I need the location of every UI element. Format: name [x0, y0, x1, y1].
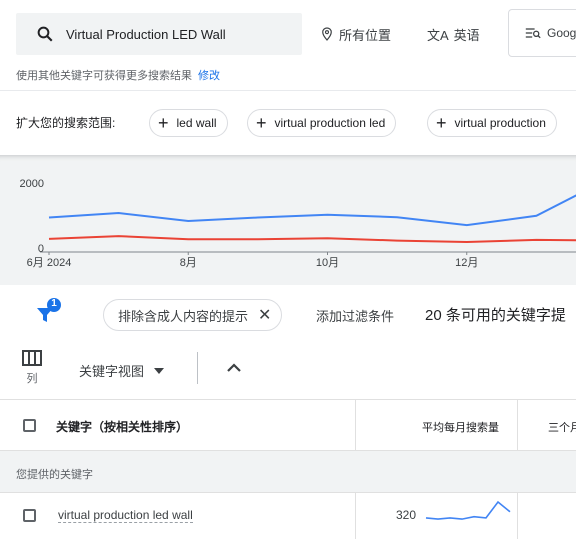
plus-icon: + — [256, 113, 267, 133]
column-separator — [517, 493, 518, 539]
plus-icon: + — [436, 113, 447, 133]
x-tick-label: 12月 — [455, 257, 478, 269]
column-separator — [517, 399, 518, 451]
search-icon — [36, 25, 54, 43]
avg-searches-cell: 320 — [396, 508, 417, 522]
suggestion-chip-led-wall[interactable]: + led wall — [149, 109, 228, 137]
x-tick-label: 6月 2024 — [27, 257, 72, 269]
translate-icon: 文A — [427, 27, 449, 43]
language-selector[interactable]: 文A 英语 — [427, 13, 480, 55]
trend-sparkline — [425, 500, 511, 520]
hint-message: 使用其他关键字可获得更多搜索结果 — [16, 70, 192, 82]
chip-label: virtual production led — [274, 116, 386, 130]
column-separator — [355, 493, 356, 539]
toolbar-divider — [197, 352, 198, 384]
columns-label: 列 — [26, 373, 38, 385]
add-filter-button[interactable]: 添加过滤条件 — [316, 306, 394, 325]
location-label: 所有位置 — [339, 27, 392, 43]
keyword-count: 20 条可用的关键字提 — [425, 307, 566, 324]
select-all-checkbox[interactable] — [23, 419, 36, 432]
y-tick-label: 0 — [38, 243, 44, 255]
modify-link[interactable]: 修改 — [198, 70, 220, 82]
dropdown-arrow-icon — [154, 367, 165, 374]
columns-icon — [22, 350, 42, 366]
three-month-column-header[interactable]: 三个月 — [548, 419, 576, 435]
filter-button[interactable]: 1 — [34, 298, 62, 331]
search-network-button[interactable]: Goog — [508, 9, 576, 57]
y-tick-label: 2000 — [20, 178, 44, 190]
trend-chart-panel: 200006月 20248月10月12月2月 — [0, 155, 576, 285]
search-query: Virtual Production LED Wall — [66, 26, 226, 42]
group-label: 您提供的关键字 — [16, 469, 93, 481]
hint-text: 使用其他关键字可获得更多搜索结果 修改 — [16, 67, 220, 83]
adult-content-filter-chip[interactable]: 排除含成人内容的提示 ✕ — [103, 299, 283, 331]
chevron-up-icon — [227, 363, 241, 372]
keyword-view-label: 关键字视图 — [79, 364, 145, 379]
avg-searches-column-header[interactable]: 平均每月搜索量 — [422, 419, 499, 435]
location-pin-icon — [322, 27, 332, 41]
columns-button[interactable]: 列 — [22, 350, 42, 386]
keyword-cell[interactable]: virtual production led wall — [58, 508, 193, 523]
chip-label: virtual production — [454, 116, 546, 130]
x-tick-label: 10月 — [316, 257, 339, 269]
network-icon — [525, 28, 541, 39]
plus-icon: + — [158, 113, 169, 133]
row-checkbox[interactable] — [23, 509, 36, 522]
language-label: 英语 — [453, 27, 480, 43]
keyword-view-dropdown[interactable]: 关键字视图 — [79, 361, 165, 380]
collapse-button[interactable] — [226, 359, 242, 377]
keyword-column-header[interactable]: 关键字（按相关性排序） — [56, 418, 188, 435]
column-separator — [355, 399, 356, 451]
x-tick-label: 8月 — [180, 257, 197, 269]
suggestion-chip-virtual-production-led[interactable]: + virtual production led — [247, 109, 397, 137]
search-box[interactable]: Virtual Production LED Wall — [16, 13, 302, 55]
filter-count-badge: 1 — [51, 298, 57, 309]
trend-chart: 200006月 20248月10月12月2月 — [20, 178, 576, 269]
sparkline-path — [425, 500, 511, 520]
divider — [0, 90, 576, 91]
filter-chip-label: 排除含成人内容的提示 — [118, 308, 249, 324]
series-line-2 — [48, 235, 576, 244]
expand-search-label: 扩大您的搜索范围: — [16, 116, 116, 130]
series-line-1 — [48, 194, 576, 227]
search-network-label: Goog — [547, 26, 576, 40]
suggestion-chip-virtual-production[interactable]: + virtual production — [427, 109, 557, 137]
close-icon[interactable]: ✕ — [258, 305, 271, 325]
location-selector[interactable]: 所有位置 — [321, 13, 391, 55]
chip-label: led wall — [176, 116, 217, 130]
